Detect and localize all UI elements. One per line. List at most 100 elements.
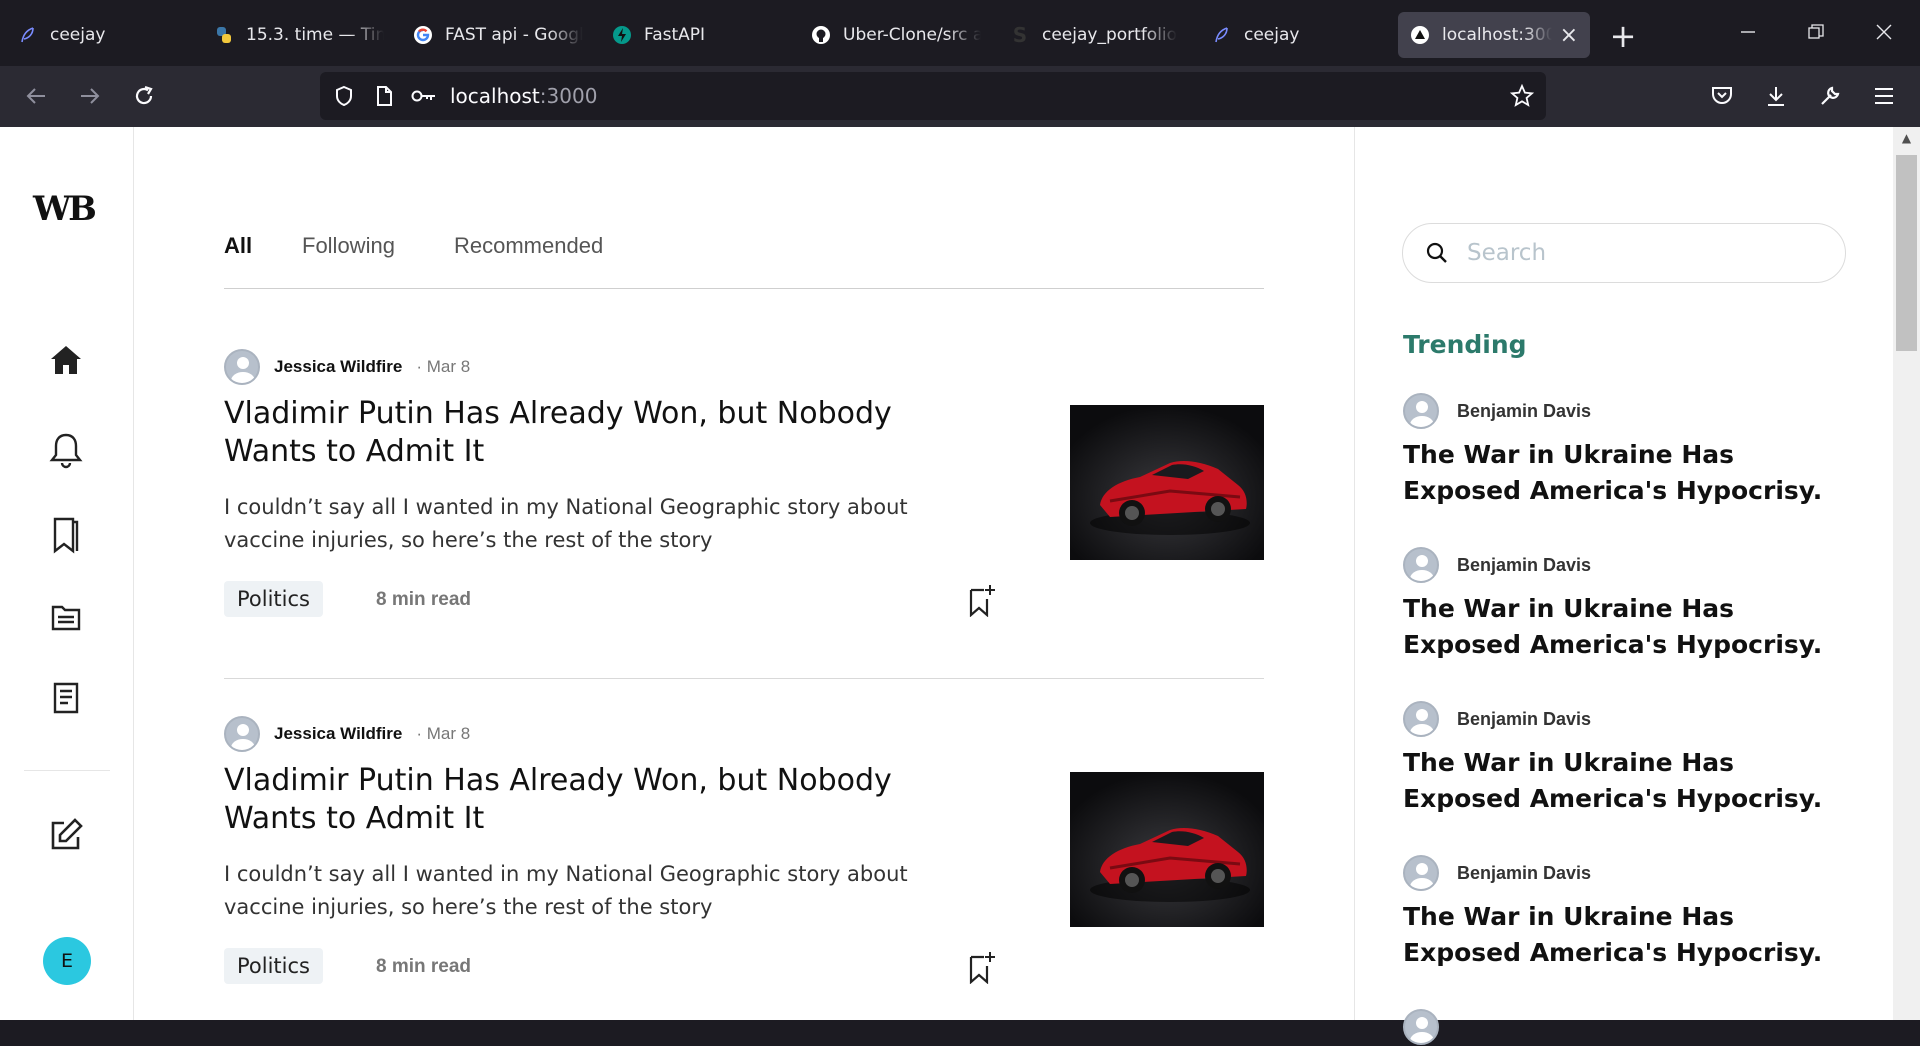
menu-icon[interactable]	[1864, 76, 1904, 116]
read-time: 8 min read	[376, 956, 472, 977]
trending-item[interactable]: Benjamin Davis The War in Ukraine Has Ex…	[1403, 701, 1843, 817]
trending-item[interactable]: Benjamin Davis The War in Ukraine Has Ex…	[1403, 393, 1843, 509]
scroll-thumb[interactable]	[1896, 155, 1917, 351]
trending-title[interactable]: The War in Ukraine Has Exposed America's…	[1403, 437, 1843, 509]
article-description: I couldn’t say all I wanted in my Nation…	[224, 495, 908, 552]
page-scrollbar[interactable]: ▲	[1893, 127, 1920, 1020]
home-icon[interactable]	[46, 340, 86, 380]
sidebar-divider	[24, 770, 110, 771]
browser-tab[interactable]: FAST api - Googl	[413, 12, 583, 58]
url-port: :3000	[539, 84, 598, 108]
document-icon[interactable]	[46, 678, 86, 718]
bookmark-icon[interactable]	[46, 515, 86, 555]
feather-icon	[18, 25, 38, 45]
url-host: localhost	[450, 84, 540, 108]
close-tab-icon[interactable]: ×	[1560, 23, 1578, 48]
author-name[interactable]: Jessica Wildfire	[274, 357, 402, 377]
url-bar[interactable]: localhost:3000	[320, 72, 1546, 120]
article-meta: Jessica Wildfire · Mar 8	[224, 716, 470, 752]
tab-title: FAST api - Googl	[445, 25, 583, 45]
key-icon[interactable]	[404, 76, 444, 116]
trending-author[interactable]: Benjamin Davis	[1457, 555, 1591, 576]
trending-author[interactable]: Benjamin Davis	[1457, 401, 1591, 422]
article-description: I couldn’t say all I wanted in my Nation…	[224, 862, 908, 919]
close-window-icon[interactable]	[1854, 12, 1914, 52]
browser-tab[interactable]: ceejay	[18, 12, 188, 58]
edit-icon[interactable]	[46, 815, 86, 855]
trending-author[interactable]: Benjamin Davis	[1457, 709, 1591, 730]
shield-icon[interactable]	[324, 76, 364, 116]
article-meta: Jessica Wildfire · Mar 8	[224, 349, 470, 385]
folder-icon[interactable]	[46, 598, 86, 638]
tab-title: ceejay	[1244, 25, 1300, 45]
author-avatar[interactable]	[1403, 701, 1439, 737]
right-sidebar: Trending Benjamin Davis The War in Ukrai…	[1354, 127, 1893, 1045]
trending-title[interactable]: The War in Ukraine Has Exposed America's…	[1403, 899, 1843, 971]
left-sidebar: WB E	[0, 127, 134, 1020]
article-title[interactable]: Vladimir Putin Has Already Won, but Nobo…	[224, 395, 964, 471]
tab-title: 15.3. time — Tim	[246, 25, 384, 45]
reload-icon[interactable]	[124, 76, 164, 116]
trending-item[interactable]: Benjamin Davis The War in Ukraine Has Ex…	[1403, 547, 1843, 663]
pocket-icon[interactable]	[1702, 76, 1742, 116]
trending-title[interactable]: The War in Ukraine Has Exposed America's…	[1403, 745, 1843, 817]
article-card[interactable]: Jessica Wildfire · Mar 8 Vladimir Putin …	[224, 349, 1264, 679]
feed-tabs: All Following Recommended	[224, 233, 1264, 289]
page-icon[interactable]	[364, 76, 404, 116]
trending-item[interactable]: Benjamin Davis The War in Ukraine Has Ex…	[1403, 855, 1843, 971]
github-icon	[811, 25, 831, 45]
browser-tab[interactable]: 15.3. time — Tim	[214, 12, 384, 58]
tag-badge[interactable]: Politics	[224, 948, 323, 984]
star-icon[interactable]	[1502, 76, 1542, 116]
search-box[interactable]	[1402, 223, 1846, 283]
restore-icon[interactable]	[1786, 12, 1846, 52]
browser-tab[interactable]: FastAPI	[612, 12, 782, 58]
author-avatar[interactable]	[1403, 547, 1439, 583]
browser-tab[interactable]: ceejay	[1212, 12, 1352, 58]
trending-heading: Trending	[1403, 330, 1527, 359]
tab-all[interactable]: All	[224, 233, 252, 259]
wrench-icon[interactable]	[1810, 76, 1850, 116]
article-date: · Mar 8	[416, 357, 471, 376]
article-card[interactable]: Jessica Wildfire · Mar 8 Vladimir Putin …	[224, 716, 1264, 1046]
page-content: WB E All Following Recommended Jessica W…	[0, 127, 1893, 1045]
author-avatar[interactable]	[224, 716, 260, 752]
search-icon	[1417, 233, 1457, 273]
author-avatar[interactable]	[224, 349, 260, 385]
author-avatar[interactable]	[1403, 393, 1439, 429]
browser-tab-bar: ceejay 15.3. time — Tim FAST api - Googl…	[0, 0, 1920, 66]
tag-badge[interactable]: Politics	[224, 581, 323, 617]
tab-title: ceejay_portfolio	[1042, 25, 1178, 45]
next-trending-avatar	[1403, 1009, 1439, 1045]
article-thumbnail[interactable]	[1070, 405, 1264, 560]
forward-icon[interactable]	[70, 76, 110, 116]
author-avatar[interactable]	[1403, 855, 1439, 891]
browser-tab-active[interactable]: localhost:3000 ×	[1398, 12, 1590, 58]
google-icon	[413, 25, 433, 45]
logo[interactable]: WB	[33, 189, 97, 229]
scroll-up-icon[interactable]: ▲	[1893, 127, 1920, 149]
author-avatar	[1403, 1009, 1439, 1045]
author-name[interactable]: Jessica Wildfire	[274, 724, 402, 744]
back-icon[interactable]	[16, 76, 56, 116]
tab-title: Uber-Clone/src a	[843, 25, 981, 45]
add-bookmark-icon[interactable]	[967, 583, 1003, 619]
article-title[interactable]: Vladimir Putin Has Already Won, but Nobo…	[224, 762, 964, 838]
download-icon[interactable]	[1756, 76, 1796, 116]
browser-tab[interactable]: Uber-Clone/src a	[811, 12, 981, 58]
tab-title: FastAPI	[644, 25, 706, 45]
user-avatar[interactable]: E	[43, 937, 91, 985]
article-thumbnail[interactable]	[1070, 772, 1264, 927]
new-tab-button[interactable]: +	[1603, 16, 1643, 56]
red-sports-car-image	[1070, 772, 1264, 927]
trending-author[interactable]: Benjamin Davis	[1457, 863, 1591, 884]
search-input[interactable]	[1467, 240, 1827, 266]
browser-tab[interactable]: S ceejay_portfolio	[1010, 12, 1180, 58]
add-bookmark-icon[interactable]	[967, 950, 1003, 986]
tab-following[interactable]: Following	[302, 233, 395, 259]
bell-icon[interactable]	[46, 430, 86, 470]
minimize-icon[interactable]	[1718, 12, 1778, 52]
tab-recommended[interactable]: Recommended	[454, 233, 603, 259]
tab-title: ceejay	[50, 25, 106, 45]
trending-title[interactable]: The War in Ukraine Has Exposed America's…	[1403, 591, 1843, 663]
